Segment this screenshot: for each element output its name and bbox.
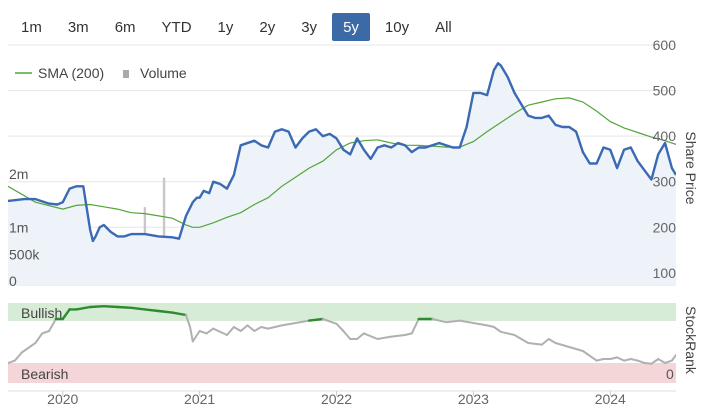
stockrank-segment [88, 305, 106, 309]
price-area [8, 63, 676, 285]
stockrank-segment [143, 308, 160, 313]
stockrank-segment [527, 342, 543, 346]
stockrank-segment [226, 326, 235, 336]
x-tick-label: 2022 [321, 391, 352, 407]
stockrank-segment [232, 326, 242, 332]
stockrank-segment [8, 359, 16, 364]
stockrank-segment [547, 338, 557, 344]
stockrank-segment [191, 330, 201, 343]
stockrank-segment [280, 322, 297, 327]
stockrank-segment [239, 324, 249, 332]
stockrank-segment [20, 342, 37, 354]
price-tick-label: 500 [653, 83, 677, 99]
stockrank-segment [643, 362, 653, 365]
stockrank-segment [622, 358, 632, 362]
volume-tick-label: 1m [9, 220, 28, 236]
stockrank-segment [513, 334, 530, 344]
price-tick-label: 200 [653, 219, 677, 235]
stockrank-segment [41, 330, 51, 335]
stockrank-segment [246, 324, 256, 332]
stockrank-segment [664, 359, 673, 364]
stockrank-segment [335, 322, 345, 332]
price-tick-label: 400 [653, 128, 677, 144]
price-tick-label: 600 [653, 37, 677, 53]
bearish-band [8, 363, 676, 383]
stockrank-segment [116, 305, 133, 309]
stockrank-segment [410, 318, 420, 335]
stockrank-segment [362, 332, 379, 340]
stockrank-segment [34, 332, 44, 344]
stockrank-segment [267, 324, 283, 330]
stockrank-segment [616, 356, 625, 362]
stockrank-segment [472, 322, 489, 327]
stockrank-segment [581, 350, 598, 362]
stockrank-zero-label: 0 [666, 366, 674, 382]
volume-legend-label: Volume [140, 65, 187, 81]
price-axis-title: Share Price [683, 131, 699, 204]
x-tick-label: 2020 [47, 391, 78, 407]
stockrank-segment [376, 335, 393, 340]
stockrank-segment [390, 334, 406, 338]
stockrank-segment [670, 354, 676, 362]
stockrank-segment [636, 359, 646, 364]
volume-tick-label: 0 [9, 273, 17, 289]
stockrank-segment [102, 305, 119, 309]
stockrank-segment [657, 358, 667, 364]
legend: SMA (200) Volume [15, 65, 187, 81]
stockrank-segment [307, 317, 325, 322]
stockrank-segment [260, 326, 270, 330]
stockrank-segment [629, 358, 639, 362]
price-chart: 100 200 300 400 500 600 Share Price 0 500k 1m 2m… [8, 37, 699, 407]
price-tick-label: 300 [653, 174, 677, 190]
stockrank-segment [342, 330, 352, 340]
stockrank-segment [486, 324, 495, 328]
stockrank-segment [356, 332, 365, 340]
stockrank-segment [205, 327, 215, 335]
price-tick-label: 100 [653, 265, 677, 281]
stockrank-segment [198, 330, 208, 335]
stockrank-segment [189, 326, 194, 343]
stockrank-segment [568, 346, 584, 352]
x-axis-ticks: 2020 2021 2022 2023 2024 [47, 391, 626, 407]
stockrank-segment [403, 332, 413, 336]
x-tick-label: 2024 [595, 391, 626, 407]
volume-tick-label: 500k [9, 246, 40, 262]
x-tick-label: 2023 [458, 391, 489, 407]
stockrank-segment [499, 330, 516, 336]
volume-legend-swatch [123, 70, 129, 78]
stockrank-segment [609, 356, 619, 360]
stockrank-segment [253, 326, 263, 332]
stockrank-segment [129, 306, 147, 311]
stockrank-segment [595, 358, 605, 362]
bearish-label: Bearish [21, 366, 68, 382]
stockrank-segment [540, 338, 550, 346]
stockrank-segment [13, 351, 23, 362]
sma-legend-label: SMA (200) [38, 65, 104, 81]
stockrank-segment [157, 309, 174, 314]
stockrank-segment [212, 327, 229, 336]
x-tick-label: 2021 [184, 391, 215, 407]
stockrank-segment [492, 326, 502, 333]
stockrank-segment [554, 342, 571, 348]
stockrank-axis-title: StockRank [683, 306, 699, 375]
volume-tick-label: 2m [9, 166, 28, 182]
